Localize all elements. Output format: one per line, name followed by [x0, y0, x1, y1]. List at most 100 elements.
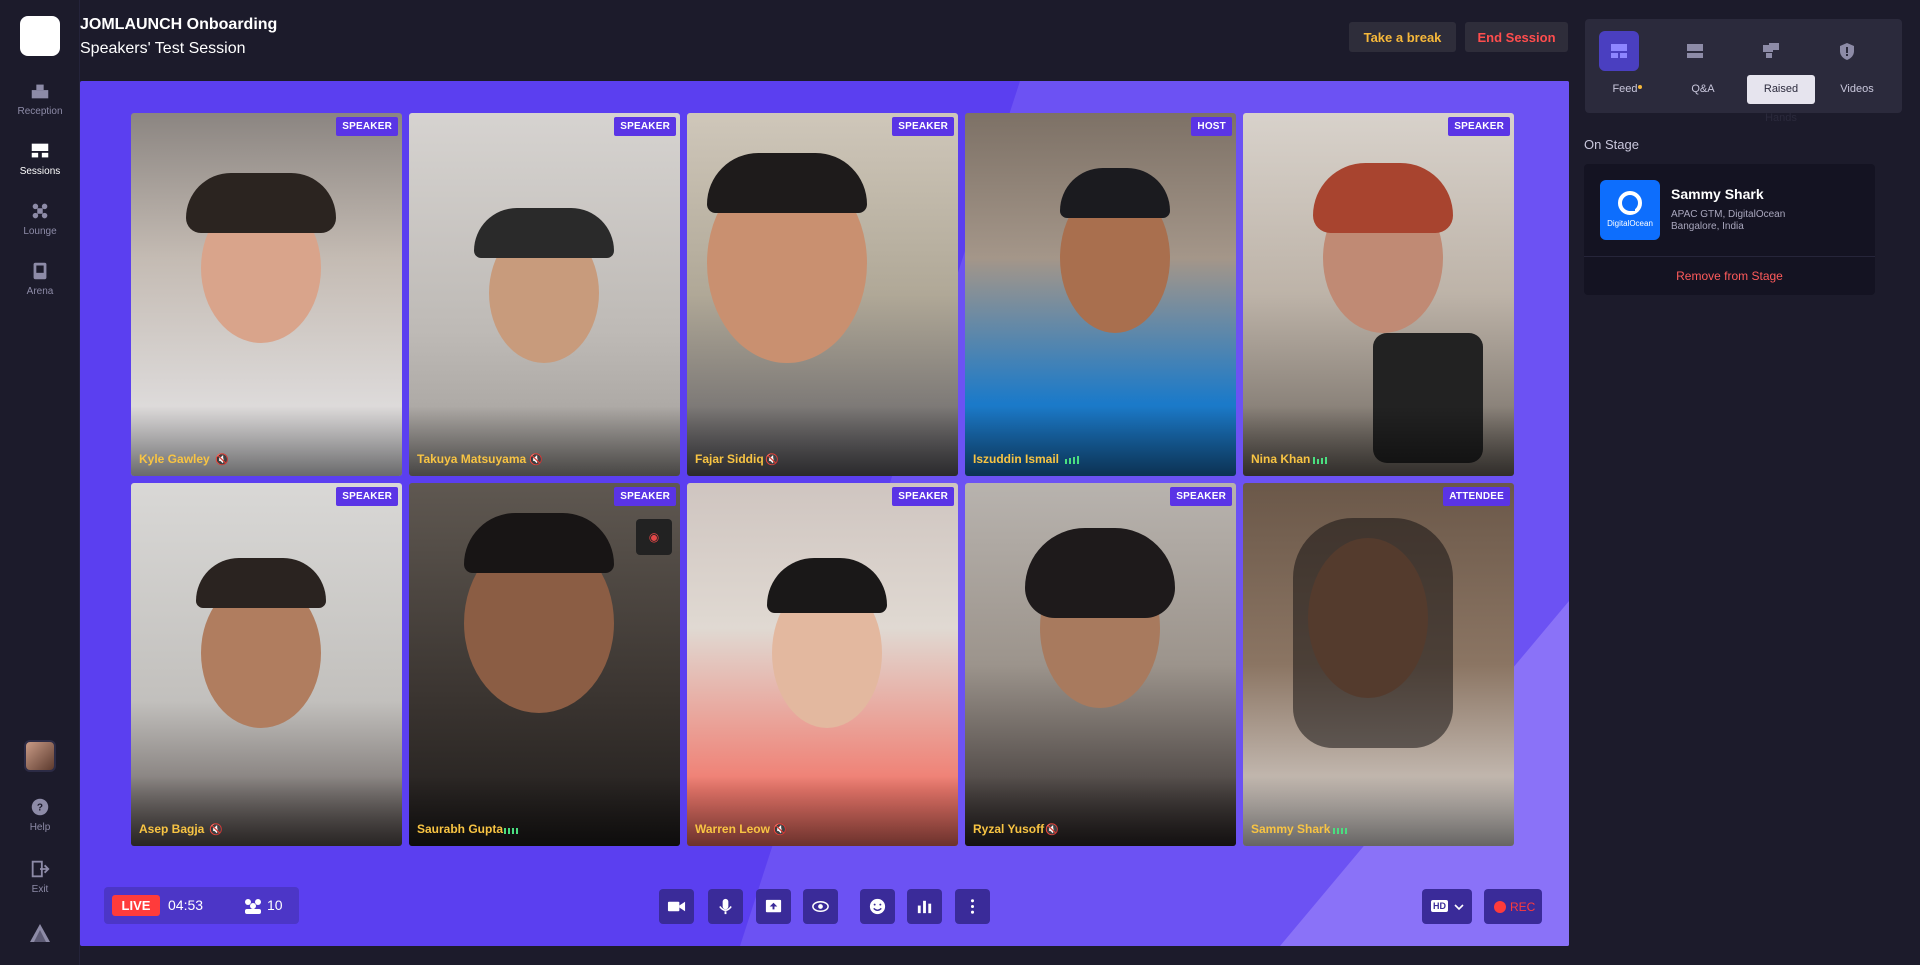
svg-text:?: ? — [37, 803, 43, 814]
video-grid: SPEAKER Kyle Gawley 🔇 SPEAKER Takuya Mat… — [131, 113, 1518, 846]
tab-label: Videos — [1840, 83, 1874, 95]
tab-raised-hands-icon-button[interactable] — [1751, 31, 1791, 71]
mic-muted-icon: 🔇 — [773, 824, 787, 836]
tab-feed-icon-button[interactable] — [1599, 31, 1639, 71]
exit-icon — [31, 860, 50, 878]
event-title: JOMLAUNCH Onboarding — [80, 16, 278, 33]
video-tile[interactable]: SPEAKER Kyle Gawley 🔇 — [131, 113, 402, 476]
video-tile[interactable]: HOST Iszuddin Ismail — [965, 113, 1236, 476]
more-options-button[interactable] — [955, 889, 990, 924]
record-button[interactable]: REC — [1484, 889, 1542, 924]
quality-button[interactable]: HD — [1422, 889, 1472, 924]
tab-label: Feed — [1612, 83, 1638, 95]
session-title: Speakers' Test Session — [80, 40, 246, 57]
participant-name: Ryzal Yusoff — [973, 822, 1045, 836]
stage: SPEAKER Kyle Gawley 🔇 SPEAKER Takuya Mat… — [80, 81, 1569, 946]
nav-item-sessions[interactable]: Sessions — [0, 140, 80, 177]
tab-feed[interactable]: Feed — [1593, 75, 1661, 104]
chevron-down-icon — [1454, 904, 1464, 911]
role-badge: HOST — [1191, 117, 1232, 136]
nav-item-label: Sessions — [19, 166, 61, 177]
participant-name: Kyle Gawley — [139, 452, 210, 466]
reception-icon — [31, 84, 49, 99]
emoji-button[interactable] — [860, 889, 895, 924]
role-badge: SPEAKER — [1170, 487, 1232, 506]
tab-label: Raised Hands — [1763, 83, 1799, 124]
end-session-button[interactable]: End Session — [1465, 22, 1568, 52]
audio-level-icon — [1313, 457, 1327, 464]
role-badge: SPEAKER — [892, 487, 954, 506]
on-stage-heading: On Stage — [1584, 137, 1639, 152]
live-status-group: LIVE 04:53 10 — [104, 887, 299, 924]
video-tile[interactable]: SPEAKER Nina Khan — [1243, 113, 1514, 476]
nav-item-label: Lounge — [23, 226, 57, 237]
stage-person-title: APAC GTM, DigitalOcean — [1671, 209, 1786, 220]
poll-button[interactable] — [907, 889, 942, 924]
record-label: REC — [1510, 900, 1536, 914]
mic-muted-icon: 🔇 — [529, 454, 543, 466]
stage-person-name: Sammy Shark — [1671, 186, 1764, 202]
video-tile[interactable]: SPEAKER Ryzal Yusoff 🔇 — [965, 483, 1236, 846]
company-logo: DigitalOcean — [1600, 180, 1660, 240]
role-badge: SPEAKER — [336, 487, 398, 506]
nav-item-label: Exit — [31, 884, 49, 895]
unread-dot — [1637, 85, 1642, 89]
shield-icon — [1840, 43, 1854, 60]
attendees-icon — [245, 899, 261, 914]
emoji-icon — [869, 898, 886, 915]
tab-label: Q&A — [1691, 83, 1715, 95]
microphone-button[interactable] — [708, 889, 743, 924]
panel-tabs: Feed Q&A Raised Hands Videos — [1585, 19, 1902, 124]
participant-name: Fajar Siddiq — [695, 452, 764, 466]
tab-qa-icon-button[interactable] — [1675, 31, 1715, 71]
role-badge: SPEAKER — [614, 117, 676, 136]
tab-videos-icon-button[interactable] — [1827, 31, 1867, 71]
nav-item-help[interactable]: ? Help — [0, 796, 80, 833]
video-tile[interactable]: SPEAKER Takuya Matsuyama 🔇 — [409, 113, 680, 476]
tab-qa[interactable]: Q&A — [1669, 75, 1737, 104]
nav-item-reception[interactable]: Reception — [0, 80, 80, 117]
participant-name: Takuya Matsuyama — [417, 452, 527, 466]
audio-level-icon — [1333, 828, 1347, 834]
mic-muted-icon: 🔇 — [215, 454, 229, 466]
bar-chart-icon — [917, 900, 932, 914]
feed-icon — [1611, 44, 1627, 58]
camera-button[interactable] — [659, 889, 694, 924]
help-icon: ? — [31, 798, 49, 816]
mic-muted-icon: 🔇 — [1045, 824, 1059, 836]
share-screen-button[interactable] — [756, 889, 791, 924]
role-badge: ATTENDEE — [1443, 487, 1510, 506]
company-logo-text: DigitalOcean — [1607, 219, 1653, 228]
card-divider — [1584, 256, 1875, 257]
nav-item-label: Help — [29, 822, 51, 833]
share-screen-icon — [765, 899, 782, 913]
audio-level-icon — [504, 828, 518, 834]
eye-icon — [812, 900, 829, 913]
event-logo[interactable] — [20, 16, 60, 56]
take-break-button[interactable]: Take a break — [1349, 22, 1456, 52]
digitalocean-logo-icon — [1618, 191, 1642, 215]
nav-item-arena[interactable]: Arena — [0, 260, 80, 297]
session-timer: 04:53 — [168, 897, 204, 913]
video-tile[interactable]: ATTENDEE Sammy Shark — [1243, 483, 1514, 846]
quality-label: HD — [1431, 900, 1448, 912]
participant-name: Nina Khan — [1251, 452, 1311, 466]
participant-name: Sammy Shark — [1251, 822, 1331, 836]
audio-level-icon — [1065, 456, 1079, 464]
stage-person-location: Bangalore, India — [1671, 221, 1744, 232]
video-tile[interactable]: SPEAKER Fajar Siddiq 🔇 — [687, 113, 958, 476]
remove-from-stage-button[interactable]: Remove from Stage — [1584, 269, 1875, 283]
nav-item-lounge[interactable]: Lounge — [0, 200, 80, 237]
view-button[interactable] — [803, 889, 838, 924]
tab-raised-hands[interactable]: Raised Hands — [1747, 75, 1815, 124]
video-tile[interactable]: SPEAKER ◉ Saurabh Gupta — [409, 483, 680, 846]
user-avatar[interactable] — [24, 740, 56, 772]
live-badge: LIVE — [112, 895, 160, 916]
microphone-icon — [719, 898, 732, 915]
tab-videos[interactable]: Videos — [1823, 75, 1891, 104]
video-tile[interactable]: SPEAKER Warren Leow 🔇 — [687, 483, 958, 846]
nav-item-label: Reception — [17, 106, 63, 117]
qa-icon — [1687, 44, 1703, 58]
video-tile[interactable]: SPEAKER Asep Bagja 🔇 — [131, 483, 402, 846]
nav-item-exit[interactable]: Exit — [0, 858, 80, 895]
